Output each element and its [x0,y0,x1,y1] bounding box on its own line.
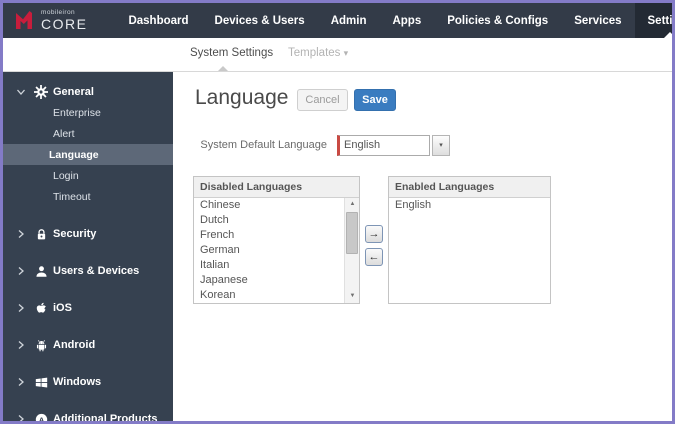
move-left-button[interactable]: ← [365,248,383,266]
page-title: Language [195,86,289,109]
sidebar-section-ios[interactable]: iOS [3,298,173,318]
combo-dropdown-button[interactable]: ▾ [432,135,450,156]
settings-sidebar: General Enterprise Alert Language Login … [3,72,173,421]
chevron-down-icon [17,89,25,95]
enabled-languages-header: Enabled Languages [389,177,550,198]
nav-apps[interactable]: Apps [379,3,434,38]
chevron-down-icon: ▾ [439,142,443,149]
list-item[interactable]: Japanese [194,273,359,288]
default-language-select[interactable]: English [337,135,430,156]
mobileiron-m-icon [16,10,32,29]
chevron-right-icon [18,341,24,349]
chevron-right-icon [18,267,24,275]
disabled-languages-panel: Disabled Languages Chinese Dutch French … [193,176,360,304]
sidebar-section-general[interactable]: General [3,82,173,102]
sidebar-section-label: Additional Products [53,413,158,424]
chevron-right-icon [18,378,24,386]
windows-icon [34,375,48,389]
user-icon [34,264,48,278]
sidebar-item-alert[interactable]: Alert [3,123,173,144]
apple-icon [34,301,48,315]
enabled-languages-panel: Enabled Languages English [388,176,551,304]
sidebar-section-security[interactable]: Security [3,224,173,244]
sidebar-section-windows[interactable]: Windows [3,372,173,392]
sidebar-section-label: General [53,86,94,98]
sidebar-item-label: Enterprise [53,106,101,119]
logo-product-text: CORE [41,15,88,32]
scroll-down-icon[interactable]: ▼ [345,290,359,303]
chevron-right-icon [18,230,24,238]
sidebar-item-enterprise[interactable]: Enterprise [3,102,173,123]
save-button[interactable]: Save [354,89,396,111]
nav-settings-label: Settings [647,14,673,27]
chevron-right-icon [18,415,24,421]
main-content: Language Cancel Save System Default Lang… [173,73,672,421]
sidebar-section-label: Windows [53,376,102,388]
sidebar-section-label: Security [53,228,97,240]
chevron-down-icon: ▾ [343,48,349,58]
main-nav: Dashboard Devices & Users Admin Apps Pol… [115,3,673,38]
chevron-right-icon [18,304,24,312]
sidebar-item-login[interactable]: Login [3,165,173,186]
nav-devices-users[interactable]: Devices & Users [202,3,318,38]
list-item[interactable]: Chinese [194,198,359,213]
sidebar-section-label: Users & Devices [53,265,140,277]
move-right-button[interactable]: → [365,225,383,243]
lock-icon [34,227,48,241]
sidebar-item-language[interactable]: Language [3,144,173,165]
circle-a-icon: A [34,412,48,424]
nav-admin[interactable]: Admin [318,3,380,38]
cancel-button[interactable]: Cancel [297,89,348,111]
sidebar-item-timeout[interactable]: Timeout [3,186,173,207]
nav-policies-configs[interactable]: Policies & Configs [434,3,561,38]
enabled-languages-list: English [389,198,550,303]
scrollbar-thumb[interactable] [346,212,358,254]
app-window: mobileiron CORE Dashboard Devices & User… [0,0,675,424]
nav-dashboard[interactable]: Dashboard [115,3,201,38]
list-item[interactable]: English [389,198,550,213]
sidebar-item-label: Language [49,148,99,161]
disabled-languages-header: Disabled Languages [194,177,359,198]
scroll-up-icon[interactable]: ▲ [345,198,359,211]
disabled-languages-list: Chinese Dutch French German Italian Japa… [194,198,359,303]
sidebar-item-label: Login [53,169,79,182]
gear-icon [34,85,48,99]
nav-settings[interactable]: Settings [634,3,673,38]
svg-text:A: A [38,415,44,424]
sidebar-section-additional-products[interactable]: A Additional Products [3,409,173,424]
sidebar-section-users-devices[interactable]: Users & Devices [3,261,173,281]
list-scrollbar[interactable]: ▲ ▼ [344,198,359,303]
secondary-nav: System Settings Templates ▾ [3,38,672,72]
list-item[interactable]: Italian [194,258,359,273]
subnav-active-caret [218,66,228,71]
default-language-label: System Default Language [200,139,327,151]
nav-services[interactable]: Services [561,3,634,38]
sidebar-section-android[interactable]: Android [3,335,173,355]
arrow-right-icon: → [368,228,380,240]
list-item[interactable]: Dutch [194,213,359,228]
default-language-row: System Default Language English ▾ [173,135,672,156]
arrow-left-icon: ← [368,251,380,263]
sidebar-item-label: Alert [53,127,75,140]
sidebar-section-label: iOS [53,302,72,314]
subnav-templates-label: Templates [288,47,341,59]
list-item[interactable]: French [194,228,359,243]
list-item[interactable]: German [194,243,359,258]
mobileiron-logo[interactable]: mobileiron CORE [3,3,87,38]
sidebar-item-label: Timeout [53,190,91,203]
subnav-system-settings[interactable]: System Settings [190,47,273,59]
sidebar-section-label: Android [53,339,96,351]
list-item[interactable]: Korean [194,288,359,303]
android-icon [34,338,48,352]
top-header: mobileiron CORE Dashboard Devices & User… [3,3,672,38]
subnav-templates[interactable]: Templates ▾ [288,47,348,59]
